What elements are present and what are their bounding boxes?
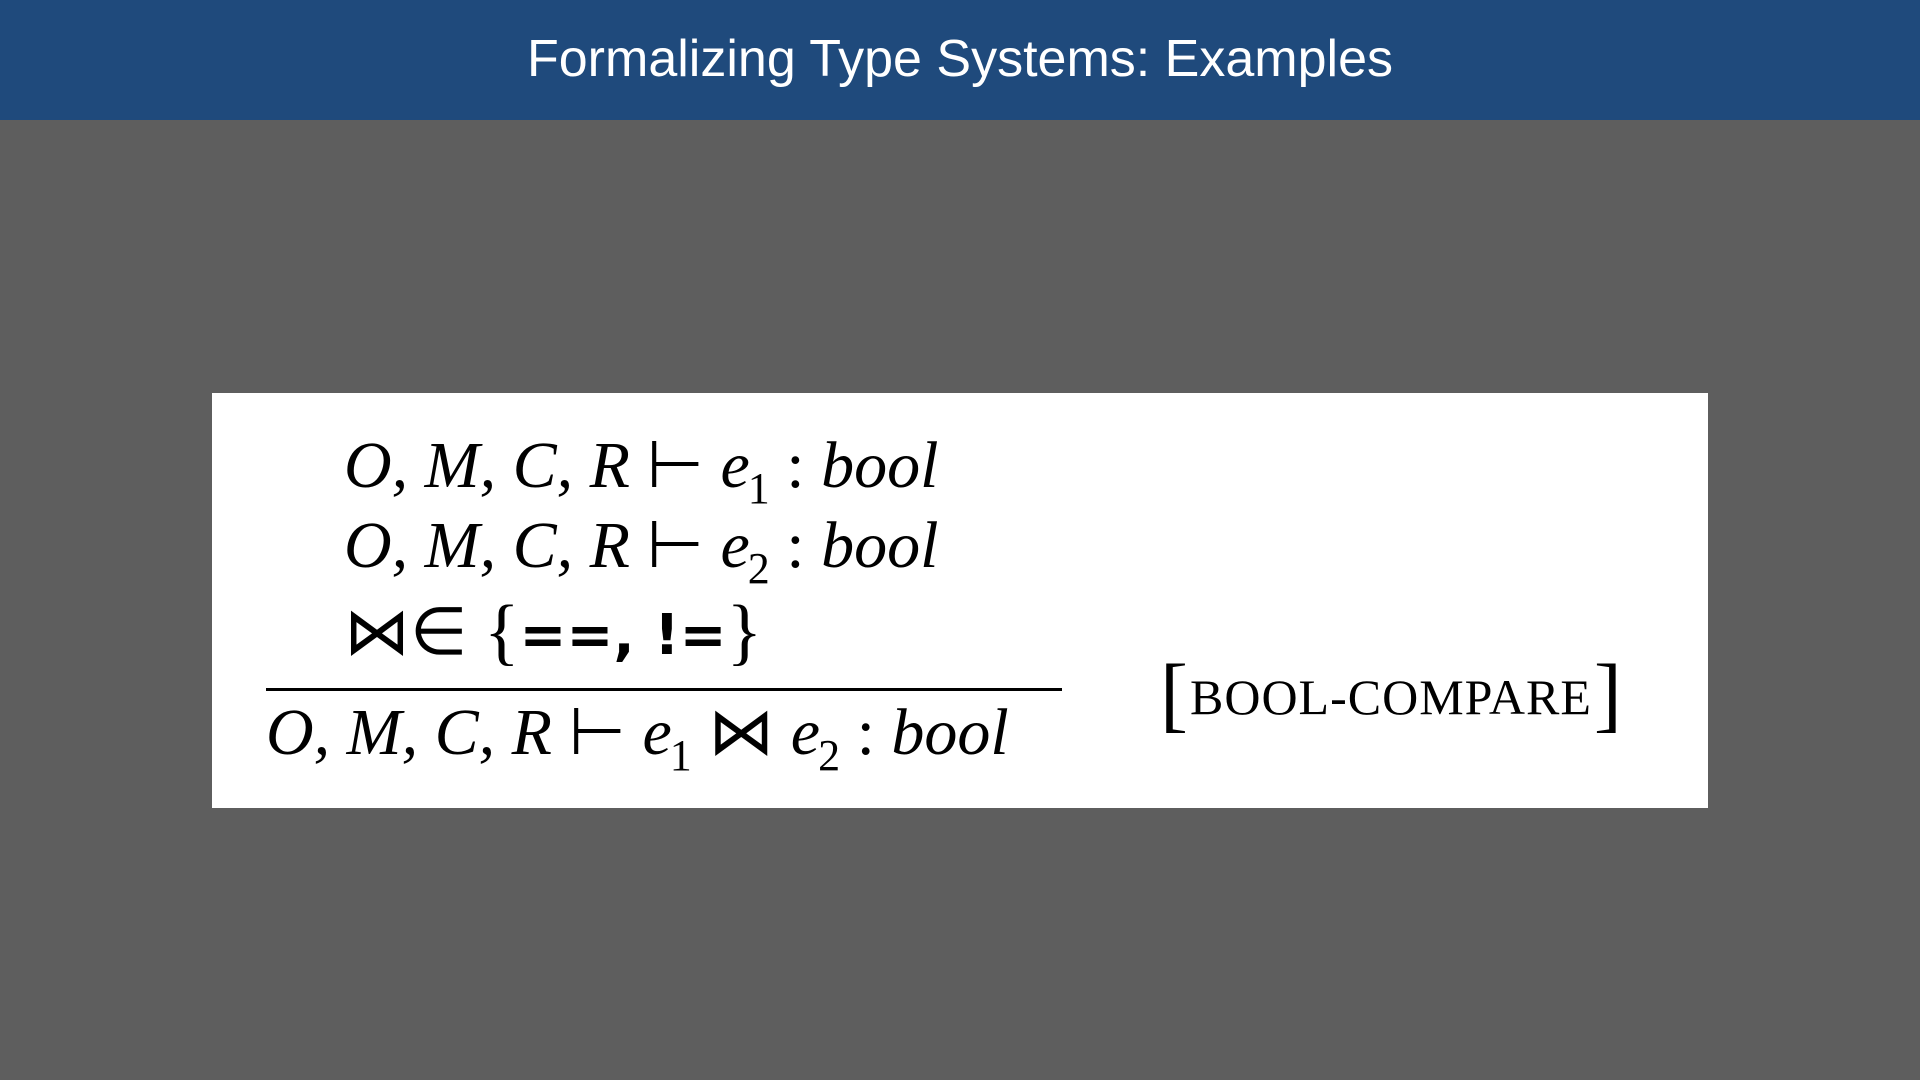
premise-operator-membership: ⋈∈ {==, !=} (344, 593, 762, 669)
subscript: 1 (747, 464, 770, 513)
turnstile-symbol: ⊢ (568, 696, 626, 769)
turnstile-symbol: ⊢ (646, 509, 704, 582)
subscript: 2 (747, 544, 770, 593)
slide-title: Formalizing Type Systems: Examples (527, 30, 1393, 88)
inference-line (266, 688, 1062, 691)
expression-e: e (790, 696, 821, 769)
premise-context: O, M, C, R (344, 509, 630, 582)
premise-e2-bool: O, M, C, R ⊢ e2 : bool (344, 513, 938, 591)
close-brace: } (726, 591, 763, 673)
rule-name: [BOOL-COMPARE] (1160, 648, 1622, 741)
subscript: 1 (669, 731, 692, 780)
open-brace: { (484, 591, 520, 673)
element-of-symbol: ∈ (410, 596, 468, 669)
expression-e: e (642, 696, 672, 769)
conclusion: O, M, C, R ⊢ e1 ⋈ e2 : bool (266, 700, 1009, 778)
type-bool: bool (821, 509, 939, 582)
open-bracket: [ (1160, 648, 1188, 741)
rule-name-label: BOOL-COMPARE (1189, 669, 1592, 725)
subscript: 2 (818, 731, 841, 780)
expression-e: e (720, 509, 750, 582)
title-bar: Formalizing Type Systems: Examples (0, 0, 1920, 120)
close-bracket: ] (1593, 648, 1622, 741)
premise-context: O, M, C, R (344, 429, 630, 502)
turnstile-symbol: ⊢ (646, 429, 704, 502)
colon: : (769, 509, 822, 582)
conclusion-context: O, M, C, R (266, 696, 552, 769)
colon: : (769, 429, 822, 502)
colon: : (840, 696, 892, 769)
bowtie-operator-icon: ⋈ (344, 596, 410, 669)
expression-e: e (720, 429, 750, 502)
bowtie-operator-icon: ⋈ (708, 696, 775, 769)
type-bool: bool (821, 429, 939, 502)
premise-e1-bool: O, M, C, R ⊢ e1 : bool (344, 433, 938, 511)
operator-set: ==, != (519, 603, 727, 668)
type-bool: bool (891, 696, 1009, 769)
typing-rule-card: O, M, C, R ⊢ e1 : bool O, M, C, R ⊢ e2 :… (212, 393, 1708, 808)
